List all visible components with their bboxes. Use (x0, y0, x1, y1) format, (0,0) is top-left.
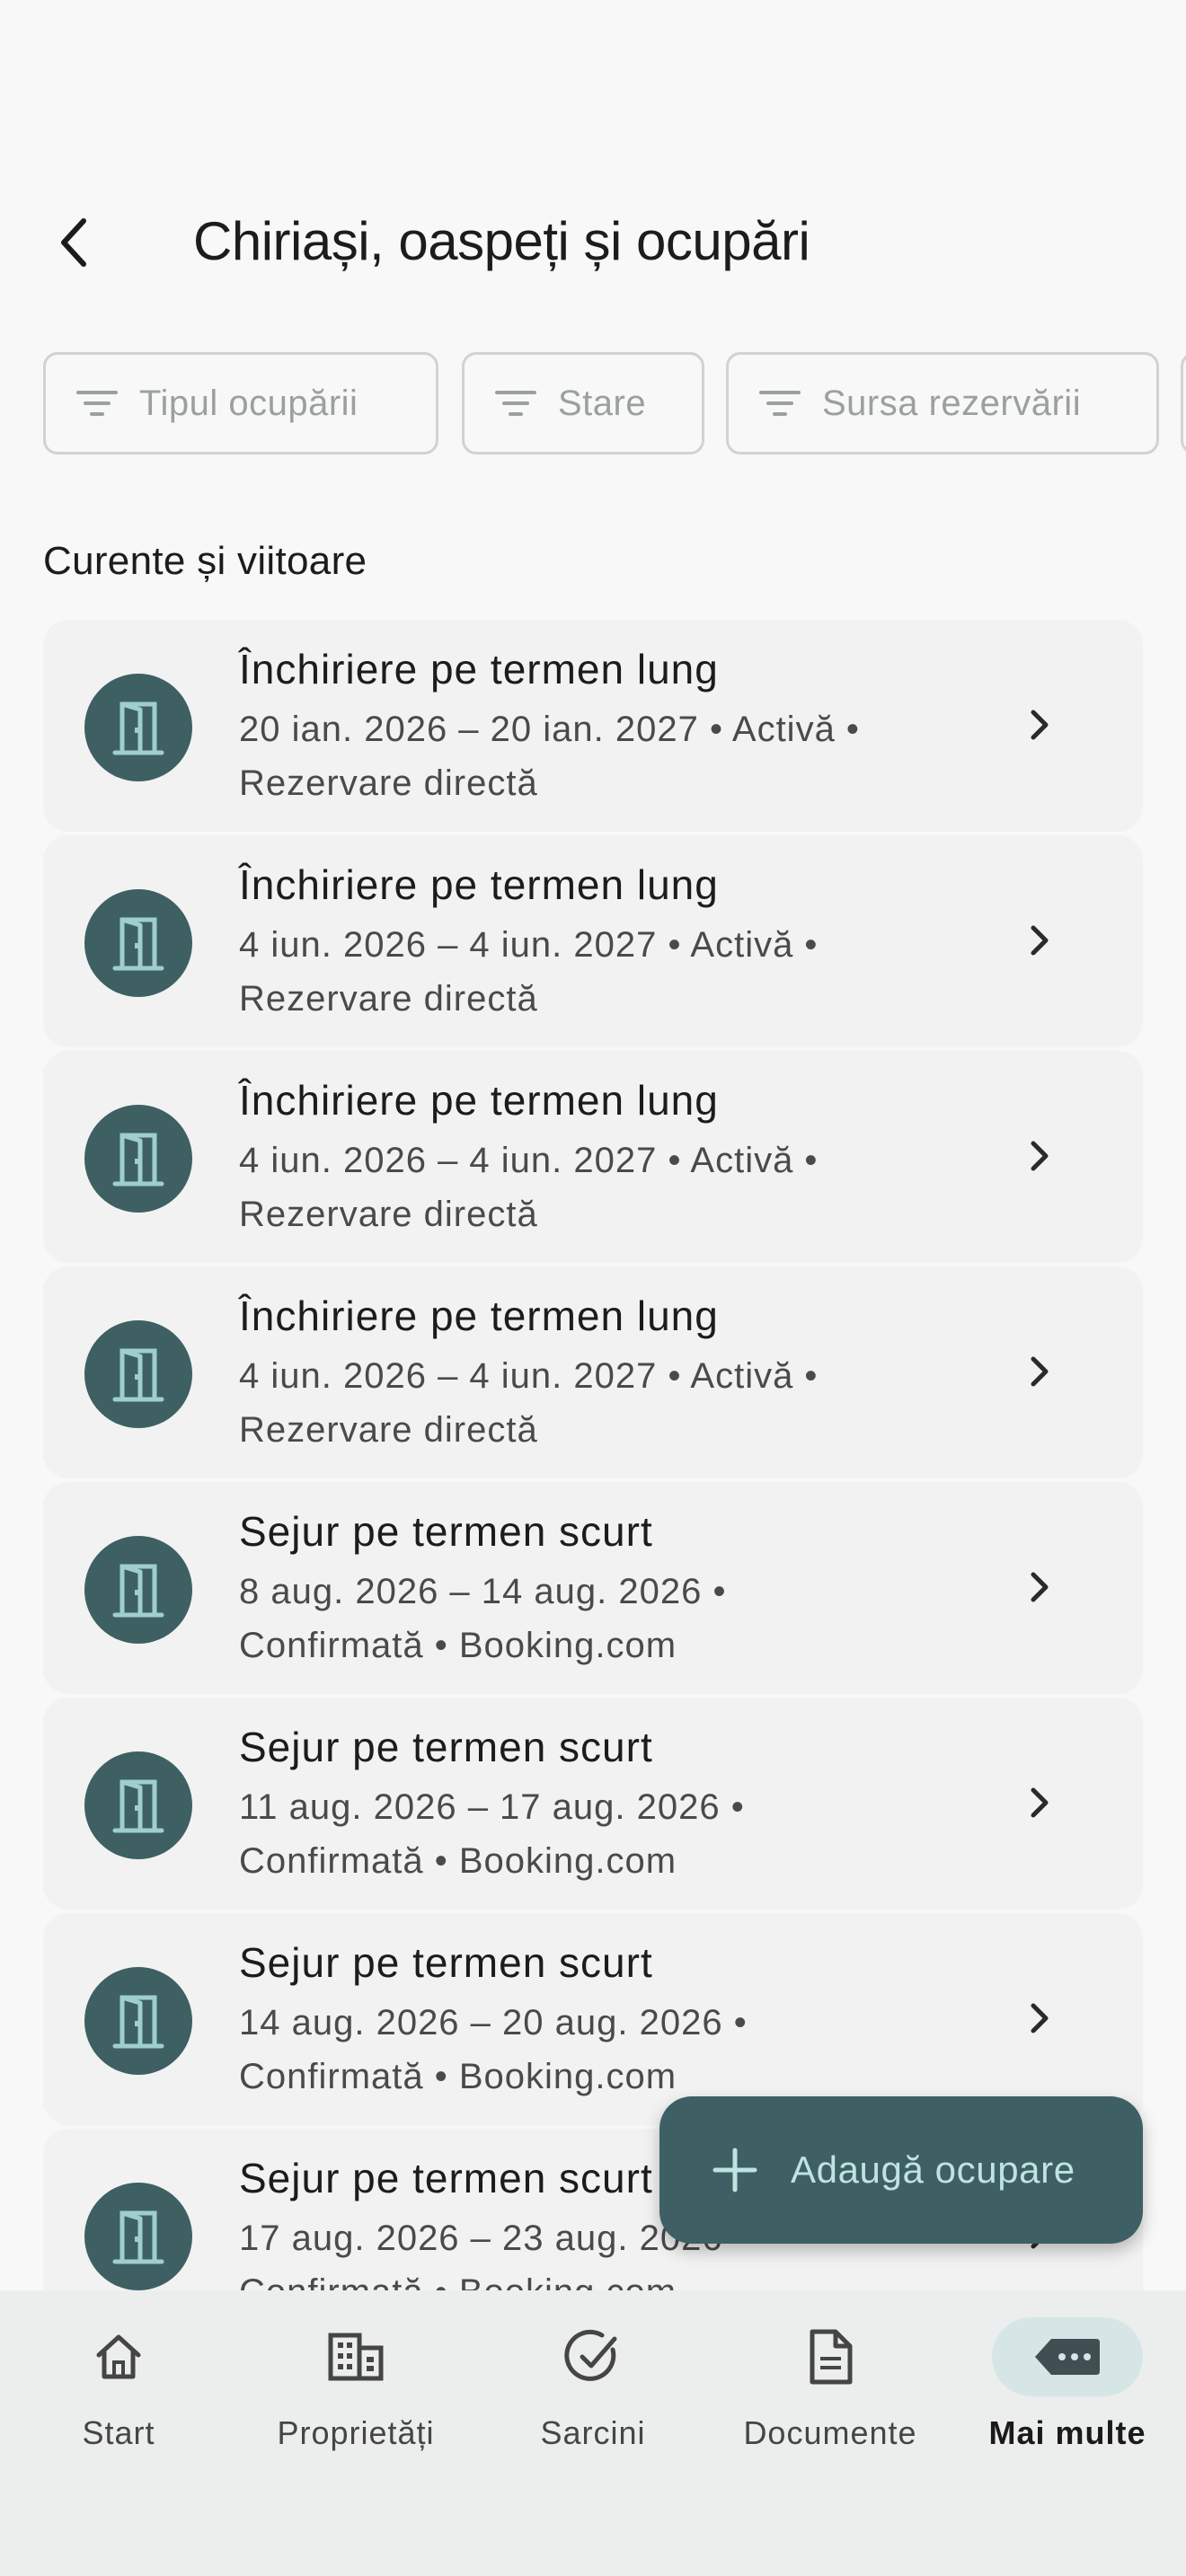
occupancy-card[interactable]: Închiriere pe termen lung 4 iun. 2026 – 4… (43, 835, 1143, 1047)
door-icon (112, 1133, 164, 1187)
top-app-bar: Chiriași, oaspeți și ocupări (0, 180, 1186, 305)
occupancy-title: Închiriere pe termen lung (239, 646, 719, 693)
chevron-right-icon (1017, 1780, 1062, 1825)
bottom-navigation: Start Proprietăți Sarcini Documente Mai … (0, 2290, 1186, 2576)
chevron-right-icon (1017, 1349, 1062, 1394)
page-title: Chiriași, oaspeți și ocupări (193, 211, 810, 271)
document-icon (810, 2329, 853, 2385)
filter-chip-occupancy-type[interactable]: Tipul ocupării (43, 352, 438, 454)
occupancy-title: Sejur pe termen scurt (239, 1939, 653, 1986)
occupancy-avatar (84, 1105, 192, 1213)
plus-icon (712, 2148, 757, 2192)
occupancy-avatar (84, 2183, 192, 2290)
nav-icon-container (755, 2317, 906, 2396)
filter-icon (76, 391, 118, 416)
occupancy-avatar (84, 1536, 192, 1644)
occupancy-details: 4 iun. 2026 – 4 iun. 2027 • Activă • (239, 1356, 819, 1396)
nav-label: Proprietăți (277, 2414, 435, 2451)
door-icon (112, 2210, 164, 2264)
chevron-right-icon (1017, 1996, 1062, 2041)
occupancy-details: 8 aug. 2026 – 14 aug. 2026 • (239, 1572, 727, 1611)
filter-chip-label: Stare (558, 383, 647, 423)
occupancy-avatar (84, 1967, 192, 2075)
home-icon (96, 2334, 141, 2379)
occupancy-avatar (84, 1320, 192, 1428)
nav-icon-container (992, 2317, 1143, 2396)
arrow-back-icon (61, 218, 86, 267)
chevron-right-icon (1017, 702, 1062, 747)
nav-item-tasks[interactable]: Sarcini (474, 2290, 712, 2488)
occupancy-source: Rezervare directă (239, 1410, 538, 1450)
nav-label: Sarcini (540, 2414, 646, 2451)
app-root: Chiriași, oaspeți și ocupări Tipul ocupă… (0, 0, 1186, 2576)
filter-chip-label: Sursa rezervării (822, 383, 1082, 423)
occupancy-details: 14 aug. 2026 – 20 aug. 2026 • (239, 2003, 748, 2042)
occupancy-list: Închiriere pe termen lung 20 ian. 2026 – … (43, 620, 1143, 2290)
occupancy-source: Rezervare directă (239, 979, 538, 1019)
chevron-right-icon (1017, 918, 1062, 963)
occupancy-card[interactable]: Sejur pe termen scurt 11 aug. 2026 – 17 a… (43, 1698, 1143, 1910)
nav-label: Start (82, 2414, 155, 2451)
nav-item-documents[interactable]: Documente (712, 2290, 949, 2488)
door-icon (112, 1995, 164, 2049)
building-icon (328, 2333, 384, 2381)
nav-item-more[interactable]: Mai multe (949, 2290, 1186, 2488)
occupancy-title: Sejur pe termen scurt (239, 1724, 653, 1770)
more-icon (1035, 2339, 1100, 2375)
filter-chip-booking-source[interactable]: Sursa rezervării (726, 352, 1159, 454)
check-circle-icon (564, 2329, 617, 2381)
occupancy-title: Închiriere pe termen lung (239, 1077, 719, 1124)
door-icon (112, 1779, 164, 1833)
add-occupancy-label: Adaugă ocupare (791, 2148, 1075, 2191)
nav-item-properties[interactable]: Proprietăți (237, 2290, 474, 2488)
filter-bar: Tipul ocupării Stare Sursa rezervării (43, 352, 1186, 454)
occupancy-source: Confirmată • Booking.com (239, 2057, 677, 2096)
filter-icon (759, 391, 801, 416)
add-occupancy-button[interactable]: Adaugă ocupare (659, 2096, 1143, 2244)
nav-icon-container (280, 2317, 431, 2396)
occupancy-card[interactable]: Sejur pe termen scurt 8 aug. 2026 – 14 au… (43, 1482, 1143, 1694)
occupancy-details: 4 iun. 2026 – 4 iun. 2027 • Activă • (239, 925, 819, 965)
occupancy-card[interactable]: Sejur pe termen scurt 14 aug. 2026 – 20 a… (43, 1913, 1143, 2125)
chevron-right-icon (1017, 1565, 1062, 1610)
occupancy-source: Rezervare directă (239, 1195, 538, 1234)
occupancy-details: 20 ian. 2026 – 20 ian. 2027 • Activă • (239, 710, 860, 749)
nav-label: Mai multe (988, 2414, 1146, 2451)
occupancy-avatar (84, 889, 192, 997)
occupancy-details: 11 aug. 2026 – 17 aug. 2026 • (239, 1787, 745, 1827)
chevron-right-icon (1017, 1134, 1062, 1178)
nav-icon-container (518, 2317, 668, 2396)
section-title: Curente și viitoare (43, 539, 367, 583)
occupancy-card[interactable]: Închiriere pe termen lung 4 iun. 2026 – 4… (43, 1051, 1143, 1263)
door-icon (112, 1348, 164, 1402)
filter-chip-more[interactable] (1181, 352, 1186, 454)
filter-chip-label: Tipul ocupării (139, 383, 358, 423)
back-button[interactable] (40, 207, 111, 278)
occupancy-card[interactable]: Închiriere pe termen lung 4 iun. 2026 – 4… (43, 1266, 1143, 1478)
nav-icon-container (43, 2317, 194, 2396)
occupancy-title: Sejur pe termen scurt (239, 1508, 653, 1555)
occupancy-card[interactable]: Închiriere pe termen lung 20 ian. 2026 – … (43, 620, 1143, 832)
door-icon (112, 917, 164, 971)
occupancy-source: Confirmată • Booking.com (239, 1626, 677, 1665)
occupancy-source: Confirmată • Booking.com (239, 1841, 677, 1881)
occupancy-source: Confirmată • Booking.com (239, 2272, 677, 2290)
occupancy-source: Rezervare directă (239, 763, 538, 803)
occupancy-avatar (84, 674, 192, 781)
occupancy-title: Închiriere pe termen lung (239, 861, 719, 908)
occupancy-title: Sejur pe termen scurt (239, 2155, 653, 2201)
nav-item-start[interactable]: Start (0, 2290, 237, 2488)
door-icon (112, 701, 164, 755)
door-icon (112, 1564, 164, 1618)
filter-chip-status[interactable]: Stare (462, 352, 704, 454)
nav-label: Documente (743, 2414, 917, 2451)
occupancy-details: 4 iun. 2026 – 4 iun. 2027 • Activă • (239, 1141, 819, 1180)
occupancy-title: Închiriere pe termen lung (239, 1292, 719, 1339)
filter-icon (495, 391, 536, 416)
occupancy-avatar (84, 1751, 192, 1859)
